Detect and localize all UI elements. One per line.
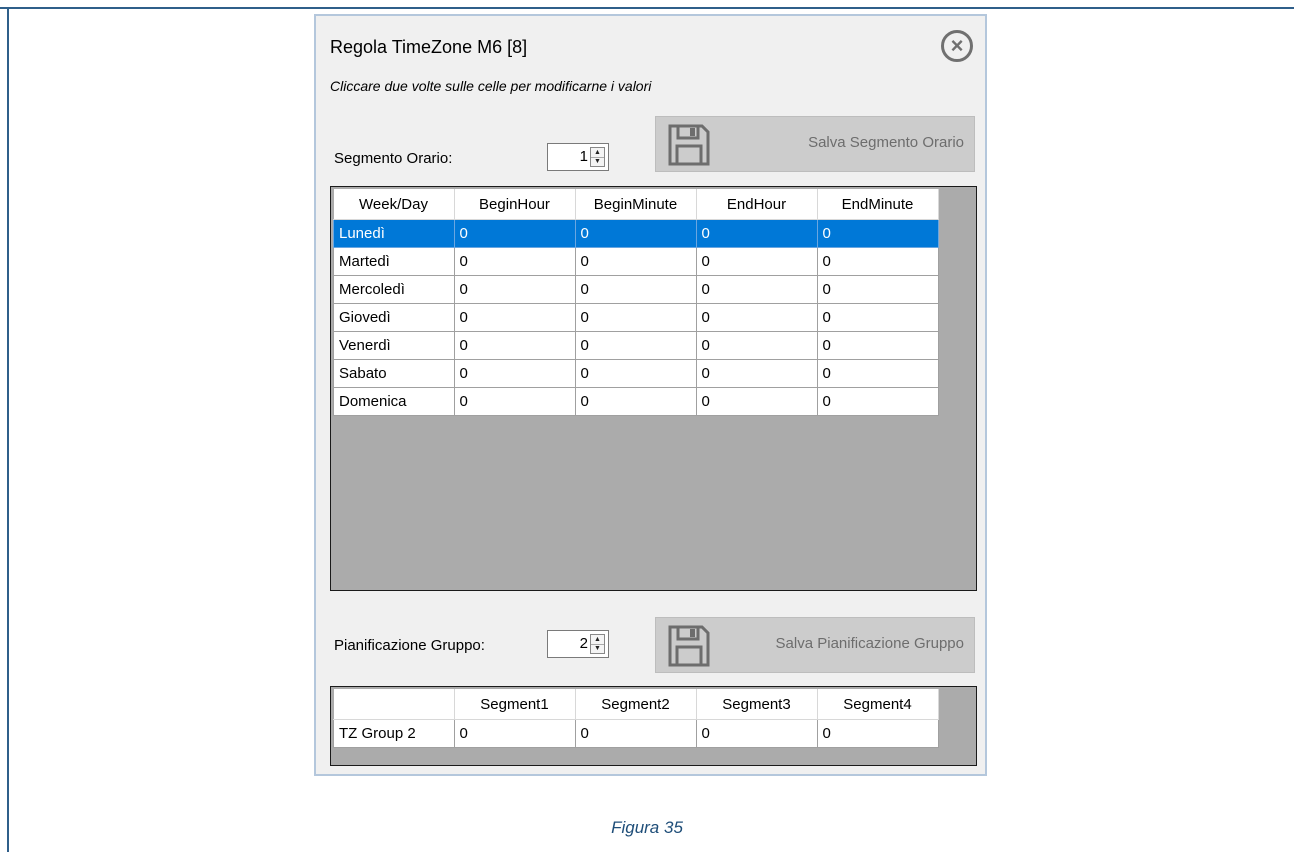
value-cell[interactable]: 0 bbox=[574, 303, 697, 332]
value-cell[interactable]: 0 bbox=[816, 331, 939, 360]
segment-spinner[interactable]: 1 ▲ ▼ bbox=[547, 143, 609, 171]
value-cell[interactable]: 0 bbox=[574, 247, 697, 276]
group-header-row: Segment1 Segment2 Segment3 Segment4 bbox=[333, 689, 939, 720]
table-row[interactable]: Martedì 0 0 0 0 bbox=[333, 247, 939, 276]
value-cell[interactable]: 0 bbox=[695, 247, 818, 276]
dialog-title: Regola TimeZone M6 [8] bbox=[330, 37, 528, 57]
value-cell[interactable]: 0 bbox=[695, 275, 818, 304]
value-cell[interactable]: 0 bbox=[695, 303, 818, 332]
day-cell[interactable]: Lunedì bbox=[333, 219, 455, 248]
day-cell[interactable]: Venerdì bbox=[333, 331, 455, 360]
group-spinner-buttons[interactable]: ▲ ▼ bbox=[590, 634, 605, 654]
group-table: Segment1 Segment2 Segment3 Segment4 TZ G… bbox=[333, 689, 939, 748]
floppy-disk-icon bbox=[668, 124, 710, 166]
figure-caption: Figura 35 bbox=[611, 818, 683, 837]
save-segment-button[interactable]: Salva Segmento Orario bbox=[655, 116, 975, 172]
value-cell[interactable]: 0 bbox=[816, 247, 939, 276]
value-cell[interactable]: 0 bbox=[453, 303, 576, 332]
table-row[interactable]: Giovedì 0 0 0 0 bbox=[333, 303, 939, 332]
floppy-disk-icon bbox=[668, 625, 710, 667]
spinner-down-icon[interactable]: ▼ bbox=[591, 644, 604, 653]
day-cell[interactable]: Domenica bbox=[333, 387, 455, 416]
value-cell[interactable]: 0 bbox=[816, 219, 939, 248]
value-cell[interactable]: 0 bbox=[816, 275, 939, 304]
value-cell[interactable]: 0 bbox=[574, 219, 697, 248]
table-row[interactable]: Venerdì 0 0 0 0 bbox=[333, 331, 939, 360]
column-header[interactable]: BeginHour bbox=[454, 189, 576, 220]
column-header[interactable]: Segment1 bbox=[454, 689, 576, 720]
group-label: Pianificazione Gruppo: bbox=[334, 637, 485, 654]
segment-spinner-buttons[interactable]: ▲ ▼ bbox=[590, 147, 605, 167]
value-cell[interactable]: 0 bbox=[695, 219, 818, 248]
day-cell[interactable]: Mercoledì bbox=[333, 275, 455, 304]
week-grid[interactable]: Week/Day BeginHour BeginMinute EndHour E… bbox=[330, 186, 977, 591]
column-header[interactable]: EndMinute bbox=[817, 189, 939, 220]
save-group-label: Salva Pianificazione Gruppo bbox=[775, 635, 964, 652]
column-header bbox=[333, 689, 455, 720]
group-value[interactable]: 2 bbox=[548, 635, 588, 652]
value-cell[interactable]: 0 bbox=[816, 303, 939, 332]
week-table: Week/Day BeginHour BeginMinute EndHour E… bbox=[333, 189, 939, 416]
document-frame-top bbox=[0, 7, 1294, 9]
value-cell[interactable]: 0 bbox=[453, 359, 576, 388]
save-segment-label: Salva Segmento Orario bbox=[808, 134, 964, 151]
table-row[interactable]: Mercoledì 0 0 0 0 bbox=[333, 275, 939, 304]
column-header[interactable]: EndHour bbox=[696, 189, 818, 220]
value-cell[interactable]: 0 bbox=[695, 331, 818, 360]
value-cell[interactable]: 0 bbox=[453, 719, 576, 748]
day-cell[interactable]: Giovedì bbox=[333, 303, 455, 332]
value-cell[interactable]: 0 bbox=[574, 719, 697, 748]
value-cell[interactable]: 0 bbox=[695, 359, 818, 388]
dialog-hint: Cliccare due volte sulle celle per modif… bbox=[330, 78, 652, 94]
value-cell[interactable]: 0 bbox=[453, 387, 576, 416]
value-cell[interactable]: 0 bbox=[453, 275, 576, 304]
day-cell[interactable]: Sabato bbox=[333, 359, 455, 388]
value-cell[interactable]: 0 bbox=[574, 331, 697, 360]
table-row[interactable]: Domenica 0 0 0 0 bbox=[333, 387, 939, 416]
segment-label: Segmento Orario: bbox=[334, 150, 453, 167]
value-cell[interactable]: 0 bbox=[816, 719, 939, 748]
value-cell[interactable]: 0 bbox=[574, 387, 697, 416]
column-header[interactable]: Week/Day bbox=[333, 189, 455, 220]
column-header[interactable]: BeginMinute bbox=[575, 189, 697, 220]
group-spinner[interactable]: 2 ▲ ▼ bbox=[547, 630, 609, 658]
table-row[interactable]: Lunedì 0 0 0 0 bbox=[333, 219, 939, 248]
document-frame-left bbox=[7, 7, 9, 852]
save-group-button[interactable]: Salva Pianificazione Gruppo bbox=[655, 617, 975, 673]
value-cell[interactable]: 0 bbox=[816, 387, 939, 416]
segment-value[interactable]: 1 bbox=[548, 148, 588, 165]
spinner-down-icon[interactable]: ▼ bbox=[591, 157, 604, 166]
timezone-dialog: Regola TimeZone M6 [8] × Cliccare due vo… bbox=[314, 14, 987, 776]
group-name-cell[interactable]: TZ Group 2 bbox=[333, 719, 455, 748]
column-header[interactable]: Segment2 bbox=[575, 689, 697, 720]
column-header[interactable]: Segment3 bbox=[696, 689, 818, 720]
close-icon[interactable]: × bbox=[941, 30, 973, 62]
group-grid[interactable]: Segment1 Segment2 Segment3 Segment4 TZ G… bbox=[330, 686, 977, 766]
value-cell[interactable]: 0 bbox=[453, 247, 576, 276]
week-header-row: Week/Day BeginHour BeginMinute EndHour E… bbox=[333, 189, 939, 220]
value-cell[interactable]: 0 bbox=[574, 275, 697, 304]
value-cell[interactable]: 0 bbox=[695, 719, 818, 748]
table-row[interactable]: TZ Group 2 0 0 0 0 bbox=[333, 719, 939, 748]
value-cell[interactable]: 0 bbox=[574, 359, 697, 388]
value-cell[interactable]: 0 bbox=[695, 387, 818, 416]
value-cell[interactable]: 0 bbox=[816, 359, 939, 388]
day-cell[interactable]: Martedì bbox=[333, 247, 455, 276]
column-header[interactable]: Segment4 bbox=[817, 689, 939, 720]
table-row[interactable]: Sabato 0 0 0 0 bbox=[333, 359, 939, 388]
value-cell[interactable]: 0 bbox=[453, 219, 576, 248]
value-cell[interactable]: 0 bbox=[453, 331, 576, 360]
